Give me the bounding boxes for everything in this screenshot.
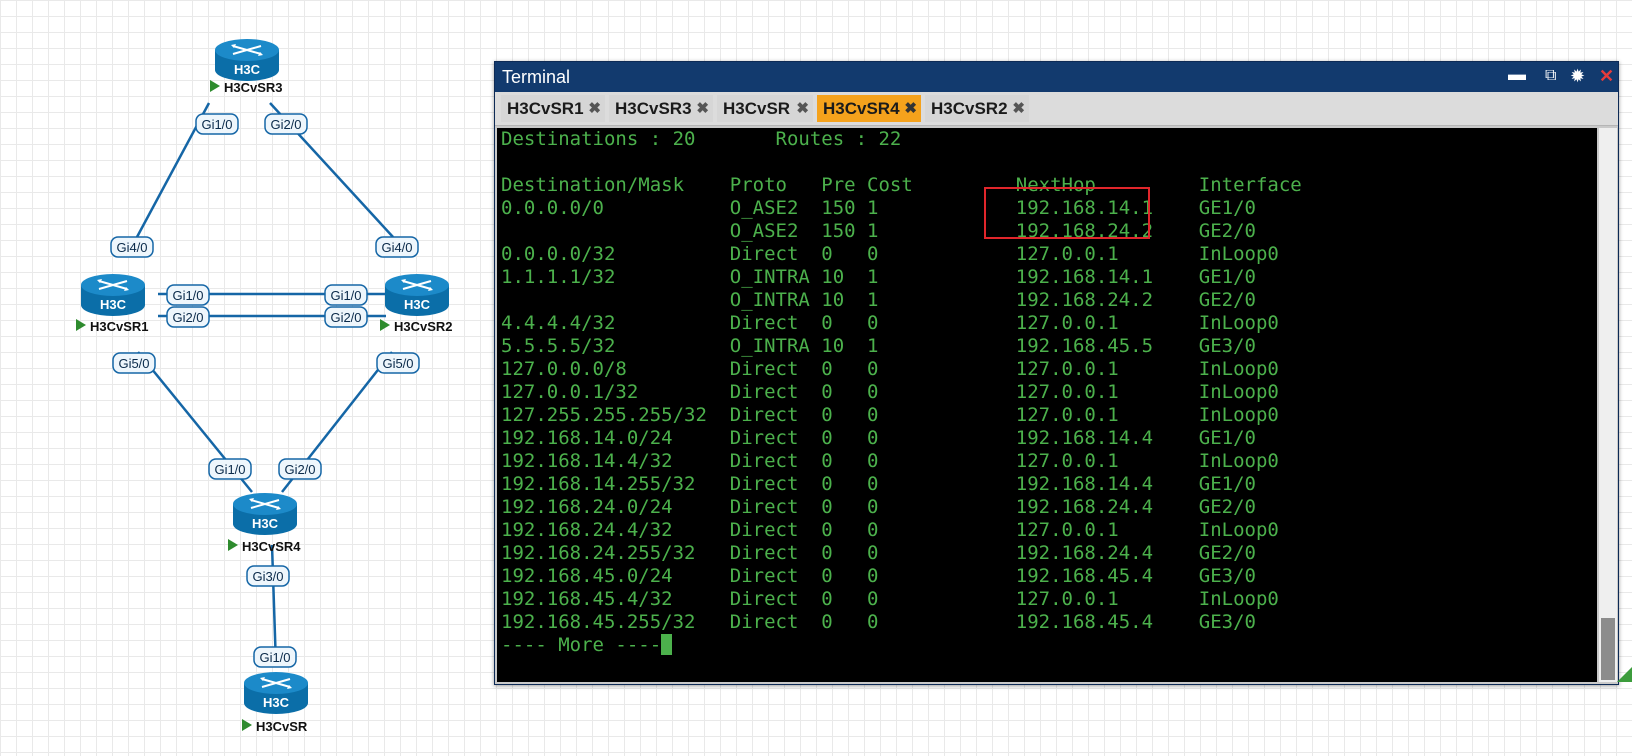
router-h3cvsr2[interactable]: H3C xyxy=(385,274,449,316)
if-label-sr4-gi1: Gi1/0 xyxy=(214,462,245,477)
terminal-line: 5.5.5.5/32 O_INTRA 10 1 192.168.45.5 GE3… xyxy=(501,335,1256,357)
terminal-scrollbar-thumb[interactable] xyxy=(1601,618,1615,680)
if-sr1-gi4[interactable]: Gi4/0 xyxy=(110,236,154,258)
terminal-line: 192.168.14.4/32 Direct 0 0 127.0.0.1 InL… xyxy=(501,450,1279,472)
if-label-sr-gi1: Gi1/0 xyxy=(259,650,290,665)
tab-h3cvsr[interactable]: H3CvSR ✖ xyxy=(717,95,813,122)
tab-h3cvsr3[interactable]: H3CvSR3 ✖ xyxy=(609,95,713,122)
router-h3cvsr4[interactable]: H3C xyxy=(233,493,297,535)
network-topology-canvas: Gi1/0 Gi2/0 Gi4/0 Gi4/0 Gi1/0 Gi1/0 Gi2/… xyxy=(76,39,453,734)
terminal-cursor xyxy=(661,634,673,655)
router-h3cvsr1[interactable]: H3C xyxy=(81,274,145,316)
if-sr4-gi1[interactable]: Gi1/0 xyxy=(208,458,252,480)
terminal-line: 192.168.45.4/32 Direct 0 0 127.0.0.1 InL… xyxy=(501,588,1279,610)
terminal-line: 192.168.14.0/24 Direct 0 0 192.168.14.4 … xyxy=(501,427,1256,449)
if-sr1-gi2[interactable]: Gi2/0 xyxy=(166,306,210,328)
router-logo: H3C xyxy=(234,62,261,77)
tab-label: H3CvSR3 xyxy=(615,99,692,118)
terminal-line: Destinations : 20 Routes : 22 xyxy=(501,128,902,150)
if-label-sr1-gi1: Gi1/0 xyxy=(172,288,203,303)
router-logo: H3C xyxy=(263,695,290,710)
terminal-line: 192.168.24.255/32 Direct 0 0 192.168.24.… xyxy=(501,542,1256,564)
if-sr2-gi2[interactable]: Gi2/0 xyxy=(324,306,368,328)
terminal-title: Terminal xyxy=(502,67,571,87)
running-status-icon xyxy=(76,319,86,331)
terminal-line: 192.168.14.255/32 Direct 0 0 192.168.14.… xyxy=(501,473,1256,495)
router-h3cvsr3[interactable]: H3C xyxy=(215,39,279,81)
terminal-line: 192.168.45.255/32 Direct 0 0 192.168.45.… xyxy=(501,611,1256,633)
if-label-sr4-gi3: Gi3/0 xyxy=(252,569,283,584)
terminal-line: 192.168.24.4/32 Direct 0 0 127.0.0.1 InL… xyxy=(501,519,1279,541)
tab-close-icon[interactable]: ✖ xyxy=(796,95,809,122)
terminal-line: 127.0.0.0/8 Direct 0 0 127.0.0.1 InLoop0 xyxy=(501,358,1279,380)
terminal-titlebar[interactable]: Terminal ▬ ⧉ ✹ ✕ xyxy=(495,62,1618,92)
if-label-sr2-gi4: Gi4/0 xyxy=(381,240,412,255)
terminal-line: 192.168.24.0/24 Direct 0 0 192.168.24.4 … xyxy=(501,496,1256,518)
if-label-sr1-gi4: Gi4/0 xyxy=(116,240,147,255)
if-sr2-gi5[interactable]: Gi5/0 xyxy=(376,352,420,374)
tab-h3cvsr2[interactable]: H3CvSR2 ✖ xyxy=(925,95,1029,122)
tab-label: H3CvSR xyxy=(723,99,791,118)
if-sr4-gi3[interactable]: Gi3/0 xyxy=(246,565,290,587)
router-h3cvsr[interactable]: H3C xyxy=(244,672,308,714)
terminal-line: 1.1.1.1/32 O_INTRA 10 1 192.168.14.1 GE1… xyxy=(501,266,1256,288)
if-label-sr3-gi1: Gi1/0 xyxy=(201,117,232,132)
running-status-icon xyxy=(210,80,220,92)
if-sr1-gi5[interactable]: Gi5/0 xyxy=(112,352,156,374)
tab-close-icon[interactable]: ✖ xyxy=(588,95,601,122)
tab-h3cvsr4[interactable]: H3CvSR4 ✖ xyxy=(817,95,921,122)
if-sr-gi1[interactable]: Gi1/0 xyxy=(253,646,297,668)
close-icon[interactable]: ✕ xyxy=(1599,66,1614,86)
terminal-line: Destination/Mask Proto Pre Cost NextHop … xyxy=(501,174,1302,196)
running-status-icon xyxy=(380,319,390,331)
terminal-tab-bar: H3CvSR1 ✖ H3CvSR3 ✖ H3CvSR ✖ H3CvSR4 ✖ H… xyxy=(495,92,1618,126)
tab-label: H3CvSR1 xyxy=(507,99,584,118)
maximize-icon[interactable]: ⧉ xyxy=(1545,66,1556,86)
device-label-h3cvsr3: H3CvSR3 xyxy=(224,80,283,95)
more-prompt-line: ---- More ---- xyxy=(501,634,673,657)
router-logo: H3C xyxy=(252,516,279,531)
terminal-line: 4.4.4.4/32 Direct 0 0 127.0.0.1 InLoop0 xyxy=(501,312,1279,334)
if-label-sr2-gi5: Gi5/0 xyxy=(382,356,413,371)
tab-label: H3CvSR4 xyxy=(823,99,900,118)
tab-close-icon[interactable]: ✖ xyxy=(696,95,709,122)
device-label-h3cvsr2: H3CvSR2 xyxy=(394,319,453,334)
terminal-line: 0.0.0.0/32 Direct 0 0 127.0.0.1 InLoop0 xyxy=(501,243,1279,265)
if-label-sr3-gi2: Gi2/0 xyxy=(270,117,301,132)
device-label-h3cvsr1: H3CvSR1 xyxy=(90,319,149,334)
router-logo: H3C xyxy=(100,297,127,312)
if-sr2-gi1[interactable]: Gi1/0 xyxy=(324,284,368,306)
terminal-scrollbar[interactable] xyxy=(1599,128,1617,682)
tab-label: H3CvSR2 xyxy=(931,99,1008,118)
device-label-h3cvsr4: H3CvSR4 xyxy=(242,539,301,554)
if-sr3-gi2[interactable]: Gi2/0 xyxy=(264,113,308,135)
terminal-line: O_INTRA 10 1 192.168.24.2 GE2/0 xyxy=(501,289,1256,311)
minimize-icon[interactable]: ▬ xyxy=(1508,64,1526,84)
gear-icon[interactable]: ✹ xyxy=(1570,66,1585,86)
more-prompt: ---- More ---- xyxy=(501,634,662,656)
resize-handle-icon[interactable] xyxy=(1617,667,1632,682)
terminal-line: 127.0.0.1/32 Direct 0 0 127.0.0.1 InLoop… xyxy=(501,381,1279,403)
terminal-window[interactable]: Terminal ▬ ⧉ ✹ ✕ H3CvSR1 ✖ H3CvSR3 ✖ H3C… xyxy=(494,61,1619,685)
running-status-icon xyxy=(242,719,252,731)
device-label-h3cvsr: H3CvSR xyxy=(256,719,308,734)
if-label-sr1-gi2: Gi2/0 xyxy=(172,310,203,325)
tab-close-icon[interactable]: ✖ xyxy=(904,95,917,122)
if-label-sr4-gi2: Gi2/0 xyxy=(284,462,315,477)
terminal-screen[interactable]: Destinations : 20 Routes : 22 Destinatio… xyxy=(497,128,1597,682)
tab-close-icon[interactable]: ✖ xyxy=(1012,95,1025,122)
if-label-sr2-gi2: Gi2/0 xyxy=(330,310,361,325)
if-sr3-gi1[interactable]: Gi1/0 xyxy=(195,113,239,135)
terminal-line: 192.168.45.0/24 Direct 0 0 192.168.45.4 … xyxy=(501,565,1256,587)
if-sr2-gi4[interactable]: Gi4/0 xyxy=(375,236,419,258)
if-label-sr2-gi1: Gi1/0 xyxy=(330,288,361,303)
terminal-line: 127.255.255.255/32 Direct 0 0 127.0.0.1 … xyxy=(501,404,1279,426)
nexthop-highlight-box xyxy=(984,187,1150,239)
if-label-sr1-gi5: Gi5/0 xyxy=(118,356,149,371)
if-sr1-gi1[interactable]: Gi1/0 xyxy=(166,284,210,306)
tab-h3cvsr1[interactable]: H3CvSR1 ✖ xyxy=(501,95,605,122)
if-sr4-gi2[interactable]: Gi2/0 xyxy=(278,458,322,480)
router-logo: H3C xyxy=(404,297,431,312)
running-status-icon xyxy=(228,539,238,551)
